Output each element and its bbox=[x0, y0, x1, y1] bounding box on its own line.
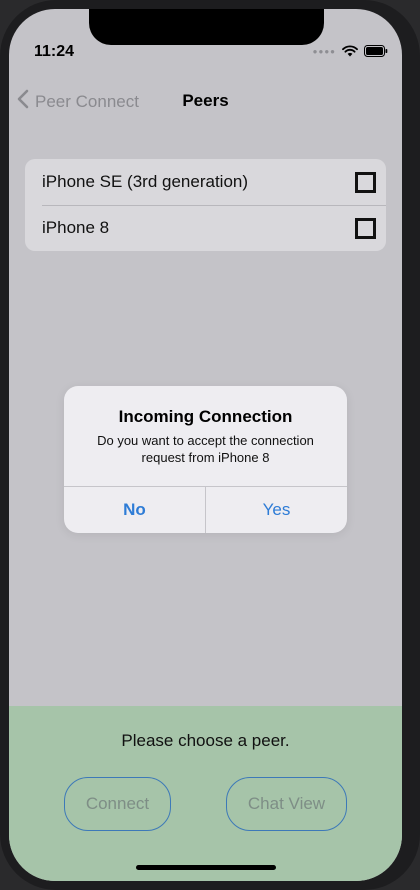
yes-button[interactable]: Yes bbox=[206, 487, 347, 533]
peer-list: iPhone SE (3rd generation) iPhone 8 bbox=[25, 159, 386, 251]
status-time: 11:24 bbox=[34, 43, 75, 60]
signal-dots-icon: ●●●● bbox=[312, 46, 336, 56]
incoming-connection-alert: Incoming Connection Do you want to accep… bbox=[64, 386, 347, 533]
chat-view-button[interactable]: Chat View bbox=[226, 777, 347, 831]
peer-checkbox[interactable] bbox=[355, 218, 376, 239]
no-button[interactable]: No bbox=[64, 487, 206, 533]
status-icons: ●●●● bbox=[313, 45, 388, 57]
alert-title: Incoming Connection bbox=[118, 407, 293, 426]
battery-icon bbox=[364, 45, 388, 57]
page-title: Peers bbox=[182, 91, 229, 110]
alert-message: Do you want to accept the connection req… bbox=[97, 433, 314, 465]
connect-button[interactable]: Connect bbox=[64, 777, 171, 831]
home-indicator[interactable] bbox=[136, 865, 276, 870]
notch bbox=[89, 9, 324, 45]
navigation-bar: Peer Connect Peers bbox=[9, 85, 402, 125]
peer-name: iPhone 8 bbox=[42, 218, 110, 237]
alert-button-row: No Yes bbox=[64, 486, 347, 533]
peer-checkbox[interactable] bbox=[355, 172, 376, 193]
status-prompt: Please choose a peer. bbox=[121, 731, 290, 750]
peer-name: iPhone SE (3rd generation) bbox=[42, 172, 249, 191]
device-frame: 11:24 ●●●● Peer Connect Peers iPhone SE … bbox=[0, 0, 420, 890]
peer-row[interactable]: iPhone SE (3rd generation) bbox=[25, 159, 386, 205]
wifi-icon bbox=[342, 45, 358, 57]
peer-row[interactable]: iPhone 8 bbox=[25, 205, 386, 251]
screen: 11:24 ●●●● Peer Connect Peers iPhone SE … bbox=[9, 9, 402, 881]
bottom-panel: Please choose a peer. Connect Chat View bbox=[9, 706, 402, 881]
